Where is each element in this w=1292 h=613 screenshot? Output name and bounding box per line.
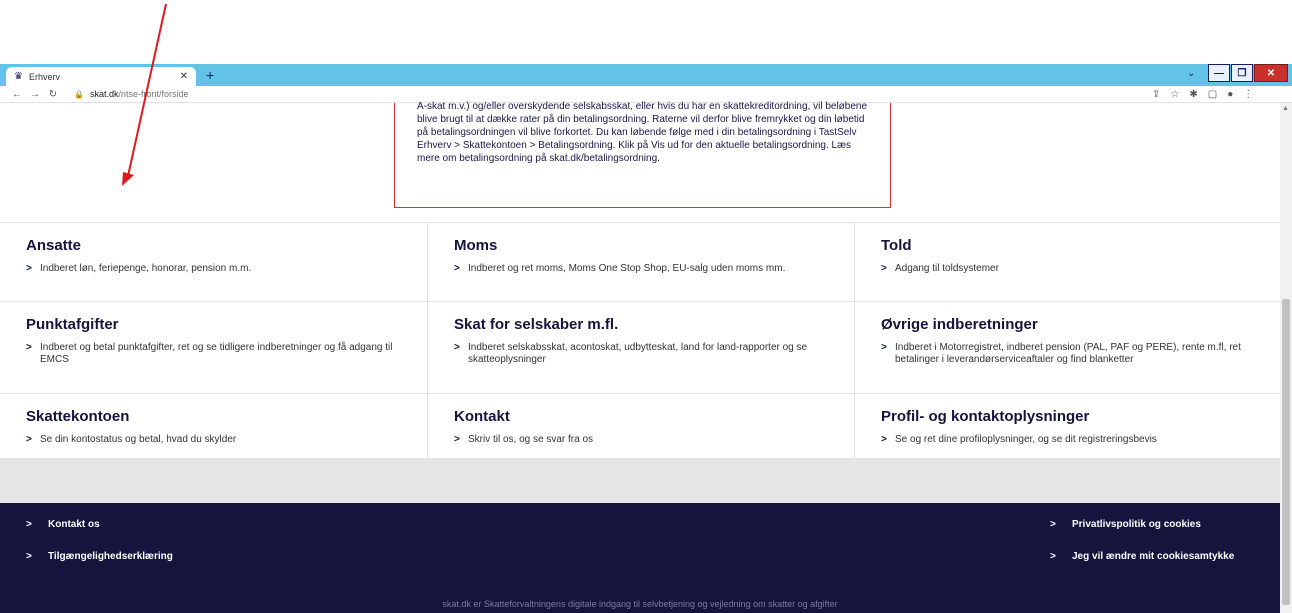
lock-icon: 🔒 [74,89,84,99]
extensions-icon[interactable]: ✱ [1189,89,1197,100]
close-window-button[interactable]: ✕ [1254,64,1288,82]
footer-link-privatliv[interactable]: > Privatlivspolitik og cookies [1050,519,1201,530]
gray-band [0,458,1280,503]
notice-text: A-skat m.v.) og/eller overskydende selsk… [417,101,868,164]
url-host: skat.dk [89,89,119,99]
section-title: Skattekontoen [26,408,130,425]
section-link[interactable]: > Se din kontostatus og betal, hvad du sk… [26,434,427,446]
chevron-right-icon: > [26,342,32,353]
chevron-right-icon: > [26,263,32,274]
chevron-right-icon: > [881,263,887,274]
section-title: Moms [454,237,498,254]
notice-box: A-skat m.v.) og/eller overskydende selsk… [394,101,891,208]
menu-icon[interactable]: ⋮ [1243,89,1253,100]
chevron-right-icon: > [26,434,32,445]
section-moms[interactable]: Moms > Indberet og ret moms, Moms One Sto… [428,223,855,302]
section-skattekontoen[interactable]: Skattekontoen > Se din kontostatus og bet… [0,394,428,458]
chevron-right-icon: > [454,342,460,353]
back-icon[interactable]: ← [8,89,26,100]
profile-icon[interactable]: ● [1227,89,1233,100]
browser-tab[interactable]: ♛ Erhverv ✕ [6,67,196,86]
section-profil[interactable]: Profil- og kontaktoplysninger > Se og ret… [855,394,1280,458]
section-title: Øvrige indberetninger [881,316,1038,333]
section-link[interactable]: > Indberet og betal punktafgifter, ret og… [26,342,427,366]
chevron-right-icon: > [881,434,887,445]
crown-icon: ♛ [14,71,23,82]
section-title: Profil- og kontaktoplysninger [881,408,1090,425]
section-oevrige-indberetninger[interactable]: Øvrige indberetninger > Indberet i Motorr… [855,302,1280,394]
section-link[interactable]: > Indberet og ret moms, Moms One Stop Sho… [454,263,854,275]
section-told[interactable]: Told > Adgang til toldsystemer [855,223,1280,302]
share-icon[interactable]: ⇪ [1152,89,1160,100]
section-ansatte[interactable]: Ansatte > Indberet løn, feriepenge, honor… [0,223,428,302]
page-scrollbar[interactable]: ▲ [1280,103,1292,613]
section-punktafgifter[interactable]: Punktafgifter > Indberet og betal punktaf… [0,302,428,394]
star-icon[interactable]: ☆ [1170,89,1179,100]
side-panel-icon[interactable]: ▢ [1208,89,1217,100]
chevron-right-icon: > [26,519,32,530]
browser-tab-bar: ♛ Erhverv ✕ + ⌄ — ❐ ✕ [0,64,1292,86]
section-title: Kontakt [454,408,510,425]
chevron-down-icon[interactable]: ⌄ [1187,68,1195,79]
footer-description: skat.dk er Skatteforvaltningens digitale… [442,599,838,609]
section-kontakt[interactable]: Kontakt > Skriv til os, og se svar fra os [428,394,855,458]
chevron-right-icon: > [1050,519,1056,530]
section-title: Skat for selskaber m.fl. [454,316,619,333]
page-content: A-skat m.v.) og/eller overskydende selsk… [0,101,1280,613]
url-path: /ntse-front/forside [118,89,189,99]
chevron-right-icon: > [881,342,887,353]
section-title: Told [881,237,912,254]
footer-link-tilgaengelighed[interactable]: > Tilgængelighedserklæring [26,551,173,562]
scroll-thumb[interactable] [1282,299,1290,605]
maximize-button[interactable]: ❐ [1231,64,1253,82]
chevron-right-icon: > [454,263,460,274]
section-title: Ansatte [26,237,82,254]
section-skat-for-selskaber[interactable]: Skat for selskaber m.fl. > Indberet selsk… [428,302,855,394]
section-link[interactable]: > Indberet løn, feriepenge, honorar, pens… [26,263,427,275]
tab-title: Erhverv [28,71,60,82]
section-link[interactable]: > Adgang til toldsystemer [881,263,1280,275]
close-icon[interactable]: ✕ [180,71,188,82]
footer-link-kontakt[interactable]: > Kontakt os [26,519,100,530]
footer-link-cookiesamtykke[interactable]: > Jeg vil ændre mit cookiesamtykke [1050,551,1234,562]
new-tab-icon[interactable]: + [206,66,214,84]
minimize-button[interactable]: — [1208,64,1230,82]
section-link[interactable]: > Se og ret dine profiloplysninger, og se… [881,434,1280,446]
section-link[interactable]: > Indberet selskabsskat, acontoskat, udby… [454,342,854,366]
scroll-up-icon[interactable]: ▲ [1282,105,1289,112]
forward-icon[interactable]: → [26,89,44,100]
screenshot-root: ♛ Erhverv ✕ + ⌄ — ❐ ✕ ← → ↻ 🔒 skat.dk/nt… [0,0,1292,613]
section-link[interactable]: > Indberet i Motorregistret, indberet pen… [881,342,1280,366]
chevron-right-icon: > [26,551,32,562]
footer: > Kontakt os > Tilgængelighedserklæring > P… [0,503,1280,613]
section-title: Punktafgifter [26,316,119,333]
section-link[interactable]: > Skriv til os, og se svar fra os [454,434,854,446]
chevron-right-icon: > [1050,551,1056,562]
chevron-right-icon: > [454,434,460,445]
reload-icon[interactable]: ↻ [44,89,62,100]
